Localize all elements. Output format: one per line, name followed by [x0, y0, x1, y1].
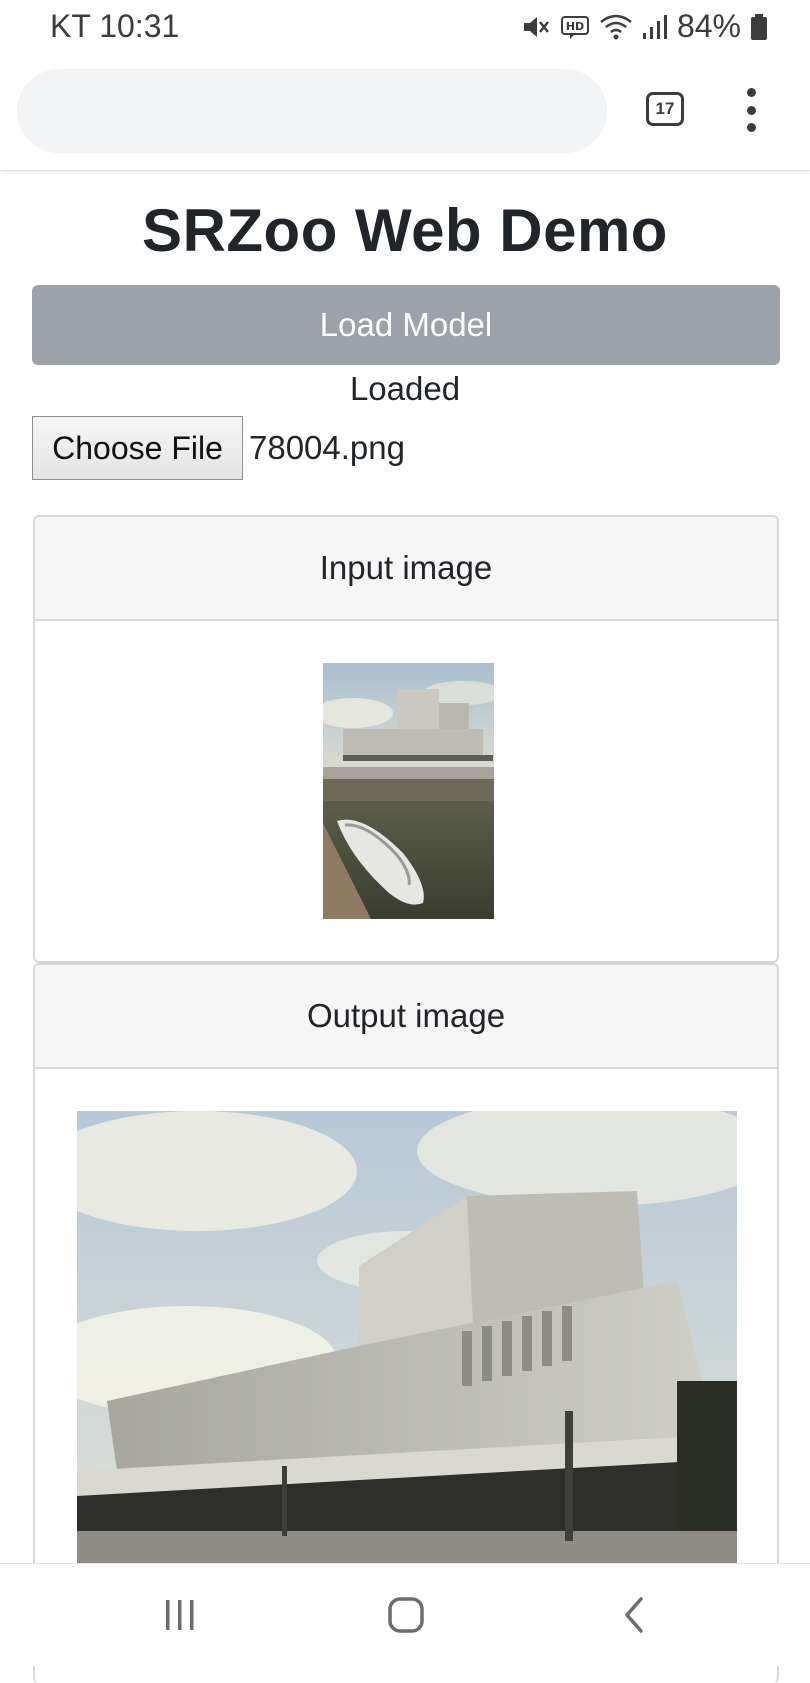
- selected-file-name: 78004.png: [249, 429, 405, 466]
- system-nav-bar: [0, 1563, 810, 1666]
- status-icons: HD 84%: [521, 8, 768, 45]
- status-bar: KT 10:31 HD 84%: [0, 0, 810, 54]
- page-title: SRZoo Web Demo: [142, 197, 668, 264]
- battery-icon: [750, 13, 768, 41]
- input-image: [323, 663, 494, 919]
- browser-toolbar: 17: [0, 54, 810, 171]
- address-bar[interactable]: [17, 69, 607, 153]
- output-image-header: Output image: [35, 965, 777, 1069]
- tab-switcher-button[interactable]: 17: [646, 92, 684, 126]
- more-vertical-icon[interactable]: [736, 88, 766, 132]
- choose-file-button[interactable]: Choose File: [32, 416, 243, 480]
- battery-percent: 84%: [676, 8, 741, 44]
- mute-icon: [521, 13, 551, 41]
- signal-icon: [642, 13, 668, 41]
- recents-icon[interactable]: [150, 1592, 210, 1638]
- load-model-button[interactable]: Load Model: [32, 285, 780, 365]
- hd-icon: HD: [560, 14, 590, 40]
- output-image: [77, 1111, 737, 1581]
- model-status: Loaded: [349, 370, 461, 407]
- input-image-card: Input image: [33, 515, 779, 963]
- file-input: Choose File 78004.png: [32, 416, 405, 480]
- wifi-icon: [599, 13, 633, 41]
- input-image-header: Input image: [35, 517, 777, 621]
- svg-text:HD: HD: [566, 20, 584, 33]
- status-time: KT 10:31: [50, 8, 180, 44]
- home-icon[interactable]: [376, 1592, 436, 1638]
- back-icon[interactable]: [604, 1592, 664, 1638]
